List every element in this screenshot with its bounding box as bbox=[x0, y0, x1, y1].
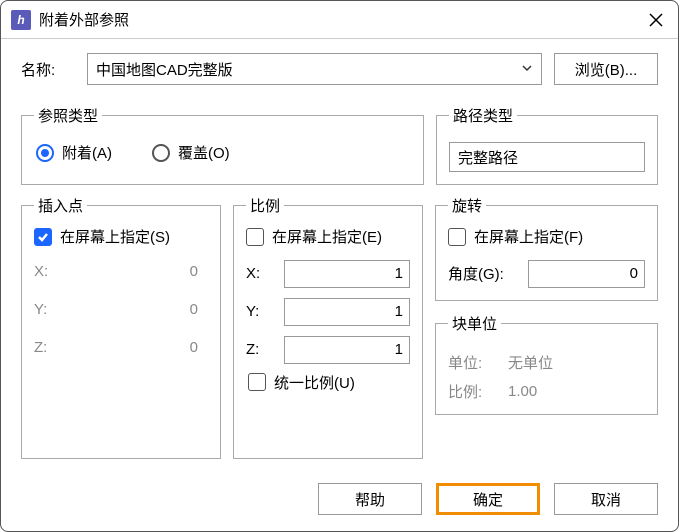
insert-x-label: X: bbox=[34, 263, 64, 280]
radio-off-icon bbox=[152, 144, 170, 162]
scale-z-field[interactable]: 1 bbox=[284, 336, 410, 364]
block-unit-group: 块单位 单位: 无单位 比例: 1.00 bbox=[435, 313, 658, 415]
name-select-value: 中国地图CAD完整版 bbox=[96, 59, 233, 80]
radio-on-icon bbox=[36, 144, 54, 162]
scale-legend: 比例 bbox=[246, 195, 284, 216]
uniform-scale-checkbox[interactable]: 统一比例(U) bbox=[248, 372, 355, 393]
chevron-down-icon bbox=[521, 61, 533, 78]
scale-specify-checkbox[interactable]: 在屏幕上指定(E) bbox=[246, 226, 382, 247]
titlebar: h 附着外部参照 bbox=[1, 1, 678, 39]
mid-row: 插入点 在屏幕上指定(S) X: 0 Y: 0 Z: 0 比例 在屏幕上指定(E) bbox=[21, 195, 658, 459]
unit-scale-label: 比例: bbox=[448, 381, 502, 402]
window-title: 附着外部参照 bbox=[39, 9, 644, 30]
cancel-button[interactable]: 取消 bbox=[554, 483, 658, 515]
insertion-point-legend: 插入点 bbox=[34, 195, 87, 216]
dialog-window: h 附着外部参照 名称: 中国地图CAD完整版 浏览(B)... 参照类型 附着… bbox=[0, 0, 679, 532]
rotation-group: 旋转 在屏幕上指定(F) 角度(G): 0 bbox=[435, 195, 658, 301]
scale-group: 比例 在屏幕上指定(E) X: 1 Y: 1 Z: 1 统一比例(U) bbox=[233, 195, 423, 459]
angle-label: 角度(G): bbox=[448, 263, 522, 284]
browse-button[interactable]: 浏览(B)... bbox=[554, 53, 658, 85]
name-row: 名称: 中国地图CAD完整版 浏览(B)... bbox=[21, 53, 658, 85]
name-select[interactable]: 中国地图CAD完整版 bbox=[87, 53, 542, 85]
insert-z-label: Z: bbox=[34, 339, 64, 356]
reference-type-legend: 参照类型 bbox=[34, 105, 102, 126]
scale-y-field[interactable]: 1 bbox=[284, 298, 410, 326]
scale-x-label: X: bbox=[246, 265, 276, 282]
dialog-footer: 帮助 确定 取消 bbox=[1, 473, 678, 531]
ok-button[interactable]: 确定 bbox=[436, 483, 540, 515]
insert-specify-checkbox[interactable]: 在屏幕上指定(S) bbox=[34, 226, 170, 247]
attach-radio[interactable]: 附着(A) bbox=[36, 142, 112, 163]
angle-field[interactable]: 0 bbox=[528, 260, 645, 288]
overlay-radio[interactable]: 覆盖(O) bbox=[152, 142, 230, 163]
app-icon: h bbox=[11, 10, 31, 30]
path-type-legend: 路径类型 bbox=[449, 105, 517, 126]
insert-z-field: 0 bbox=[72, 333, 204, 361]
path-type-value: 完整路径 bbox=[458, 147, 518, 168]
insertion-point-group: 插入点 在屏幕上指定(S) X: 0 Y: 0 Z: 0 bbox=[21, 195, 221, 459]
unit-label: 单位: bbox=[448, 352, 502, 373]
path-type-group: 路径类型 完整路径 bbox=[436, 105, 658, 185]
right-column: 旋转 在屏幕上指定(F) 角度(G): 0 块单位 单位: 无单位 bbox=[435, 195, 658, 459]
path-type-select[interactable]: 完整路径 bbox=[449, 142, 645, 172]
insert-x-field: 0 bbox=[72, 257, 204, 285]
top-row: 参照类型 附着(A) 覆盖(O) 路径类型 完整路径 bbox=[21, 105, 658, 185]
insert-y-field: 0 bbox=[72, 295, 204, 323]
insert-y-label: Y: bbox=[34, 301, 64, 318]
close-icon bbox=[649, 13, 663, 27]
unit-scale-value: 1.00 bbox=[508, 383, 537, 400]
rotation-specify-checkbox[interactable]: 在屏幕上指定(F) bbox=[448, 226, 583, 247]
close-button[interactable] bbox=[644, 8, 668, 32]
scale-y-label: Y: bbox=[246, 303, 276, 320]
unit-value: 无单位 bbox=[508, 352, 553, 373]
block-unit-legend: 块单位 bbox=[448, 313, 501, 334]
dialog-body: 名称: 中国地图CAD完整版 浏览(B)... 参照类型 附着(A) 覆盖(O) bbox=[1, 39, 678, 473]
rotation-legend: 旋转 bbox=[448, 195, 486, 216]
scale-x-field[interactable]: 1 bbox=[284, 260, 410, 288]
help-button[interactable]: 帮助 bbox=[318, 483, 422, 515]
reference-type-group: 参照类型 附着(A) 覆盖(O) bbox=[21, 105, 424, 185]
name-label: 名称: bbox=[21, 59, 75, 80]
scale-z-label: Z: bbox=[246, 341, 276, 358]
